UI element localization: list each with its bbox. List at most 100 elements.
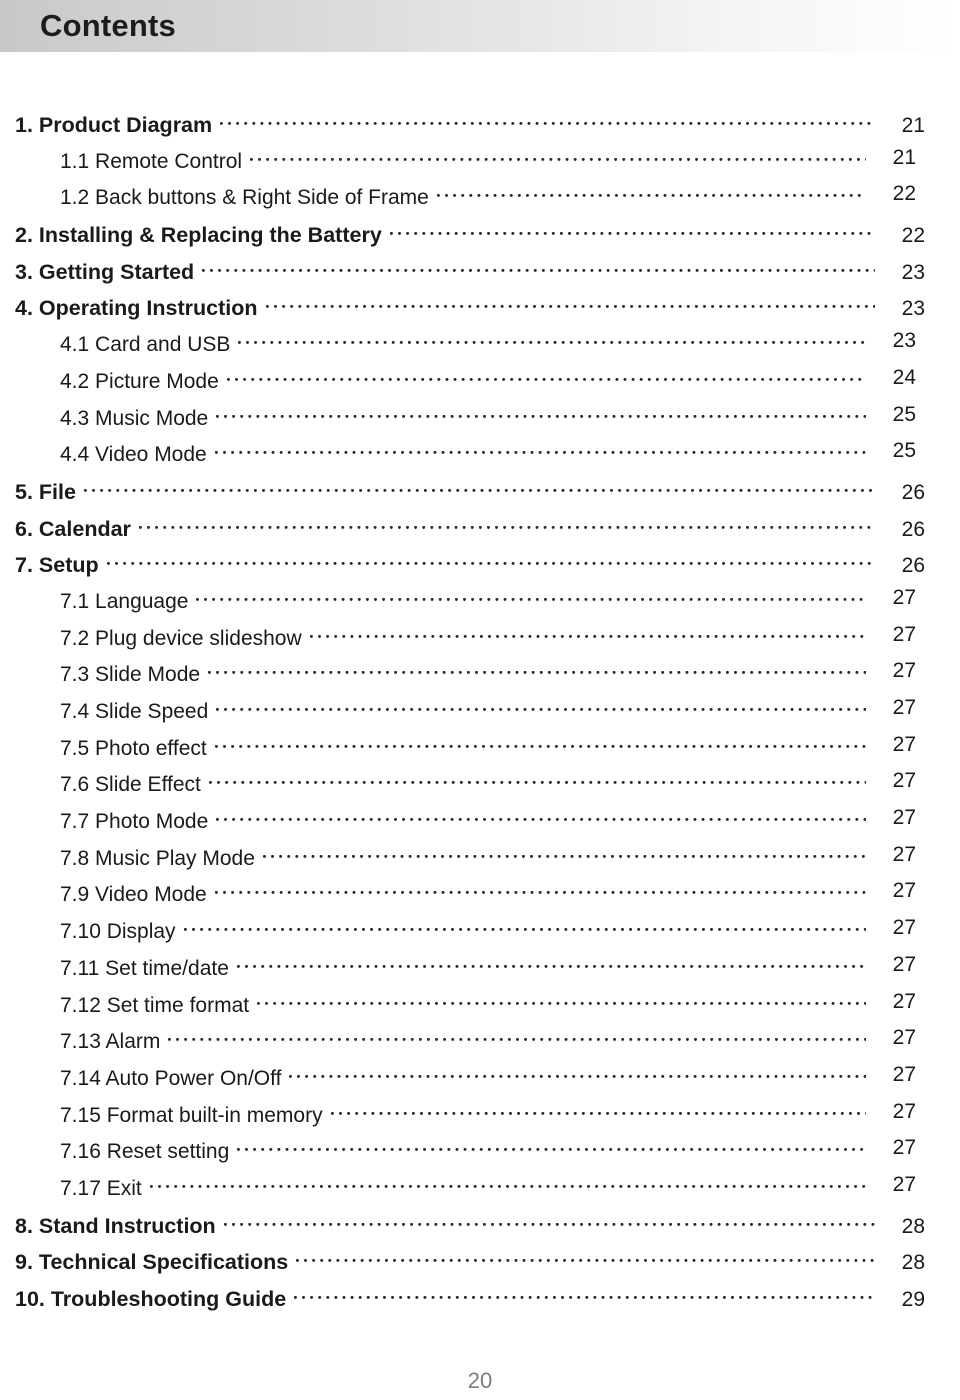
toc-entry-page-number: 25 [892,439,916,463]
dot-leader [250,157,866,164]
toc-entry-page-number: 27 [892,1062,916,1086]
toc-entry-label: 8. Stand Instruction [15,1213,216,1238]
dot-leader [214,451,866,458]
toc-entry[interactable]: 4.3 Music Mode 25 [0,403,960,443]
toc-entry-label: 5. File [15,479,76,504]
dot-leader [265,305,875,312]
toc-entry[interactable]: 7.14 Auto Power On/Off 27 [0,1063,960,1103]
toc-entry[interactable]: 7.7 Photo Mode 27 [0,806,960,846]
toc-entry-label: 7.5 Photo effect [60,736,207,760]
dot-leader [214,891,866,898]
toc-entry[interactable]: 6. Calendar 26 [0,516,960,553]
toc-entry-label: 7.6 Slide Effect [60,773,201,797]
toc-entry[interactable]: 7. Setup 26 [0,552,960,589]
toc-entry[interactable]: 3. Getting Started 23 [0,259,960,296]
toc-entry[interactable]: 7.17 Exit 27 [0,1173,960,1213]
toc-entry[interactable]: 8. Stand Instruction 28 [0,1213,960,1250]
toc-entry-label: 2. Installing & Replacing the Battery [15,223,382,248]
dot-leader [436,194,866,201]
toc-entry-page-number: 27 [892,769,916,793]
toc-entry-page-number: 26 [901,517,925,541]
toc-entry[interactable]: 7.11 Set time/date 27 [0,953,960,993]
toc-entry-page-number: 27 [892,696,916,719]
toc-entry[interactable]: 7.13 Alarm 27 [0,1026,960,1066]
toc-entry-page-number: 27 [892,622,916,646]
toc-entry-page-number: 27 [892,916,916,940]
toc-entry[interactable]: 7.12 Set time format 27 [0,990,960,1030]
toc-entry-page-number: 27 [892,952,916,976]
toc-entry-page-number: 22 [901,224,925,248]
toc-entry[interactable]: 1. Product Diagram 21 [0,112,960,149]
dot-leader [257,1001,866,1008]
toc-entry[interactable]: 7.1 Language 27 [0,586,960,626]
dot-leader [237,1148,866,1155]
dot-leader [106,562,875,569]
dot-leader [296,1259,875,1266]
toc-entry-page-number: 27 [892,842,916,866]
toc-entry[interactable]: 7.2 Plug device slideshow 27 [0,623,960,663]
dot-leader [83,488,875,495]
toc-entry[interactable]: 5. File 26 [0,479,960,516]
dot-leader [196,597,866,604]
toc-entry-label: 7. Setup [15,553,99,578]
toc-entry-page-number: 22 [892,182,916,206]
toc-entry-page-number: 27 [892,1136,916,1160]
dot-leader [294,1296,875,1302]
toc-entry-page-number: 27 [892,585,916,609]
toc-entry-page-number: 21 [901,114,925,137]
toc-entry-page-number: 23 [901,260,925,284]
toc-entry-label: 6. Calendar [15,516,131,541]
dot-leader [202,268,875,275]
toc-entry[interactable]: 1.1 Remote Control 21 [0,146,960,186]
toc-entry-label: 7.3 Slide Mode [60,663,201,687]
toc-entry[interactable]: 7.6 Slide Effect 27 [0,769,960,809]
toc-entry-page-number: 27 [892,879,916,903]
toc-entry[interactable]: 4.2 Picture Mode 24 [0,366,960,406]
toc-entry-label: 7.14 Auto Power On/Off [60,1066,282,1090]
toc-entry-label: 7.8 Music Play Mode [60,846,255,870]
toc-entry-page-number: 27 [892,1099,916,1123]
toc-entry[interactable]: 10. Troubleshooting Guide 29 [0,1286,960,1323]
toc-entry[interactable]: 4. Operating Instruction 23 [0,295,960,332]
dot-leader [226,377,866,384]
page-header-band: Contents [0,0,960,52]
dot-leader [208,671,866,678]
dot-leader [168,1038,866,1045]
toc-entry-label: 4.3 Music Mode [60,406,209,430]
toc-entry-page-number: 26 [901,480,925,504]
dot-leader [389,232,875,239]
toc-entry[interactable]: 4.1 Card and USB 23 [0,329,960,369]
toc-entry-label: 4. Operating Instruction [15,296,258,321]
toc-entry[interactable]: 7.3 Slide Mode 27 [0,659,960,699]
toc-entry-label: 7.12 Set time format [60,993,250,1017]
toc-entry[interactable]: 7.15 Format built-in memory 27 [0,1100,960,1140]
toc-entry[interactable]: 2. Installing & Replacing the Battery 22 [0,222,960,259]
dot-leader [330,1111,866,1118]
toc-entry[interactable]: 1.2 Back buttons & Right Side of Frame 22 [0,182,960,222]
toc-entry-page-number: 28 [901,1251,925,1275]
dot-leader [183,928,866,935]
toc-entry[interactable]: 7.8 Music Play Mode 27 [0,843,960,883]
toc-entry-page-number: 29 [901,1288,925,1311]
toc-entry[interactable]: 7.9 Video Mode 27 [0,879,960,919]
dot-leader [208,781,866,788]
dot-leader [236,964,866,971]
toc-entry-label: 1.1 Remote Control [60,149,243,173]
toc-entry-label: 7.9 Video Mode [60,883,207,907]
toc-entry-label: 7.15 Format built-in memory [60,1103,323,1127]
toc-entry[interactable]: 7.5 Photo effect 27 [0,733,960,773]
toc-entry[interactable]: 4.4 Video Mode 25 [0,439,960,479]
toc-entry[interactable]: 7.10 Display 27 [0,916,960,956]
toc-entry-label: 1.2 Back buttons & Right Side of Frame [60,186,429,210]
toc-entry-page-number: 27 [892,806,916,830]
toc-entry-page-number: 21 [892,145,916,169]
toc-entry[interactable]: 9. Technical Specifications 28 [0,1249,960,1286]
toc-entry-label: 7.11 Set time/date [60,956,229,980]
table-of-contents: 1. Product Diagram 21 1.1 Remote Control 21… [0,112,960,1323]
toc-entry-page-number: 27 [892,659,916,683]
toc-entry[interactable]: 7.4 Slide Speed 27 [0,696,960,736]
toc-entry-page-number: 28 [901,1214,925,1238]
dot-leader [262,854,866,861]
toc-entry[interactable]: 7.16 Reset setting 27 [0,1136,960,1176]
footer-page-number: 20 [467,1368,493,1393]
